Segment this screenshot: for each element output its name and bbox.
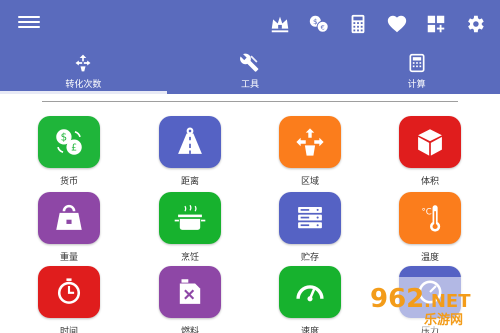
- cooking-pot-icon: [159, 192, 221, 244]
- area-icon: [279, 116, 341, 168]
- category-label: 重量: [59, 253, 78, 263]
- svg-text:€: €: [321, 24, 325, 32]
- svg-text:£: £: [71, 143, 77, 154]
- tab-label: 工具: [241, 79, 260, 90]
- weight-icon: [38, 192, 100, 244]
- category-label: 烹饪: [180, 253, 199, 263]
- calculator-icon[interactable]: [345, 11, 371, 37]
- settings-icon[interactable]: [462, 11, 488, 37]
- cube-icon: [399, 116, 461, 168]
- category-distance[interactable]: 距离: [158, 116, 222, 187]
- app-bar-actions: $ €: [267, 10, 488, 38]
- storage-icon: [279, 192, 341, 244]
- category-label: 时间: [59, 327, 78, 333]
- category-label: 速度: [300, 327, 319, 333]
- category-currency[interactable]: $ £ 货币: [37, 116, 101, 187]
- svg-text:$: $: [313, 17, 318, 26]
- category-time[interactable]: 时间: [37, 266, 101, 333]
- heart-icon[interactable]: [384, 11, 410, 37]
- crown-icon[interactable]: [267, 11, 293, 37]
- category-area[interactable]: 区域: [278, 116, 342, 187]
- tab-calculate[interactable]: 计算: [333, 48, 500, 94]
- tools-icon: [239, 53, 261, 73]
- svg-text:$: $: [61, 132, 67, 143]
- divider: [42, 101, 458, 102]
- category-weight[interactable]: 重量: [37, 192, 101, 263]
- calculator-icon: [406, 53, 428, 73]
- convert-icon: [72, 53, 94, 73]
- pressure-icon: [399, 266, 461, 318]
- category-storage[interactable]: 贮存: [278, 192, 342, 263]
- category-label: 距离: [180, 177, 199, 187]
- category-speed[interactable]: 速度: [278, 266, 342, 333]
- currency-icon: $ £: [38, 116, 100, 168]
- category-label: 温度: [420, 253, 439, 263]
- category-pressure[interactable]: 压力: [398, 266, 462, 333]
- active-tab-indicator: [0, 91, 167, 94]
- category-label: 压力: [420, 327, 439, 333]
- category-volume[interactable]: 体积: [398, 116, 462, 187]
- menu-icon[interactable]: [18, 13, 40, 33]
- currency-exchange-icon[interactable]: $ €: [306, 11, 332, 37]
- tab-label: 转化次数: [65, 79, 102, 90]
- tab-conversions[interactable]: 转化次数: [0, 48, 167, 94]
- category-label: 区域: [300, 177, 319, 187]
- add-widget-icon[interactable]: [423, 11, 449, 37]
- category-fuel[interactable]: 燃料: [158, 266, 222, 333]
- speedometer-icon: [279, 266, 341, 318]
- category-label: 货币: [59, 177, 78, 187]
- tab-bar: 转化次数 工具 计算: [0, 48, 500, 94]
- thermometer-icon: °C: [399, 192, 461, 244]
- clock-icon: [38, 266, 100, 318]
- svg-text:°C: °C: [422, 208, 432, 218]
- fuel-icon: [159, 266, 221, 318]
- road-icon: [159, 116, 221, 168]
- category-label: 贮存: [300, 253, 319, 263]
- category-label: 体积: [420, 177, 439, 187]
- category-cooking[interactable]: 烹饪: [158, 192, 222, 263]
- tab-tools[interactable]: 工具: [167, 48, 334, 94]
- category-label: 燃料: [180, 327, 199, 333]
- category-temperature[interactable]: °C 温度: [398, 192, 462, 263]
- app-bar: $ €: [0, 0, 500, 48]
- tab-label: 计算: [407, 79, 426, 90]
